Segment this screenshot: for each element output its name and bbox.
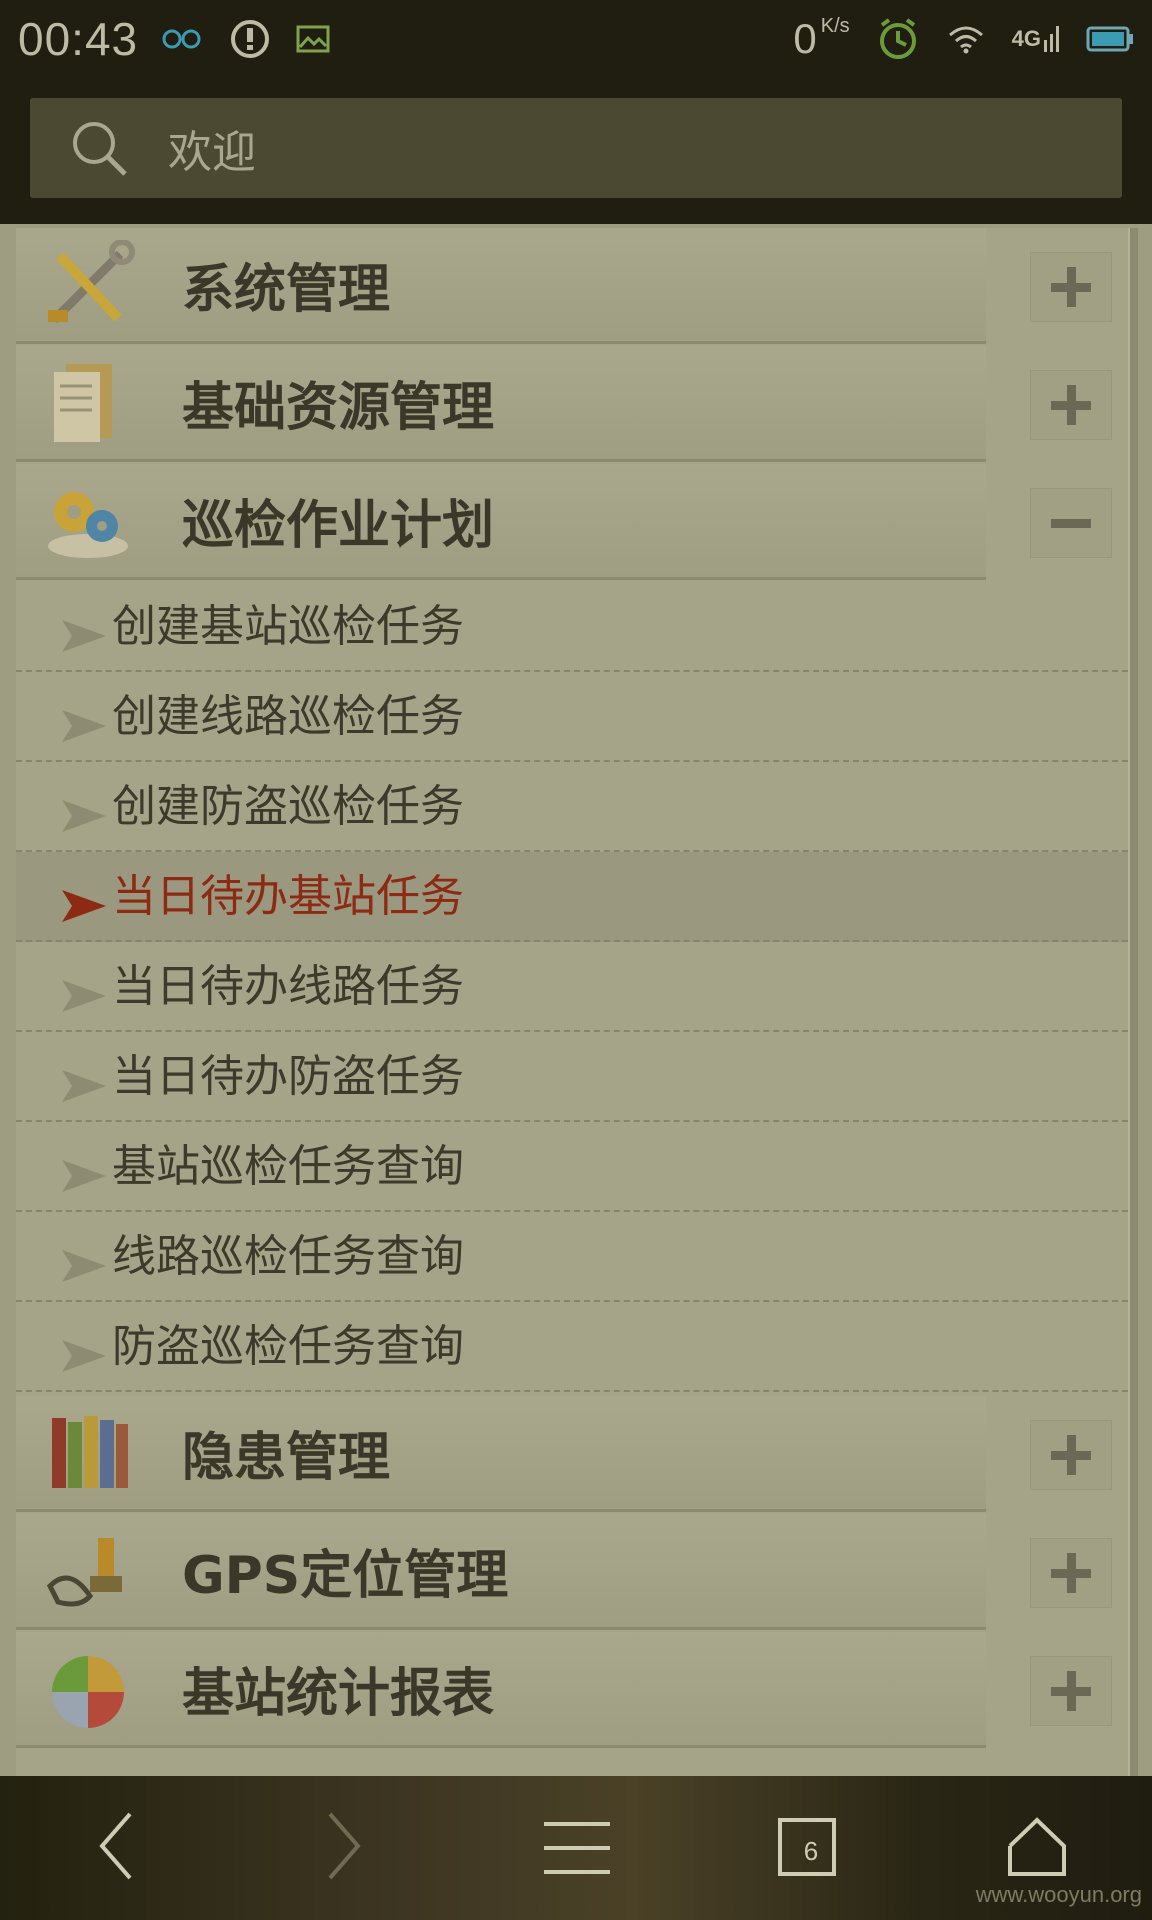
sub-item-label: 线路巡检任务查询 bbox=[112, 1231, 464, 1282]
arrow-icon bbox=[62, 1250, 106, 1282]
pie-chart-icon bbox=[40, 1644, 136, 1734]
search-input[interactable]: 欢迎 bbox=[30, 98, 1122, 198]
sub-item-label: 创建线路巡检任务 bbox=[112, 691, 464, 742]
sub-item[interactable]: 当日待办线路任务 bbox=[16, 942, 1128, 1032]
wifi-icon bbox=[948, 26, 983, 54]
expand-button[interactable] bbox=[1030, 252, 1112, 322]
menu-group-label: 基础资源管理 bbox=[182, 378, 495, 438]
sub-item[interactable]: 创建基站巡检任务 bbox=[16, 582, 1128, 672]
menu-group-gps[interactable]: GPS定位管理 bbox=[16, 1514, 986, 1630]
menu-group-label: 巡检作业计划 bbox=[182, 496, 495, 556]
sub-item[interactable]: 创建线路巡检任务 bbox=[16, 672, 1128, 762]
forward-icon[interactable] bbox=[324, 1810, 364, 1882]
menu-content: 系统管理 基础资源管理 巡检作业计划 创建基站巡检任务 创建线路巡检任务 创建防… bbox=[0, 224, 1152, 1776]
arrow-icon bbox=[62, 710, 106, 742]
menu-group-hazards[interactable]: 隐患管理 bbox=[16, 1396, 986, 1512]
expand-button[interactable] bbox=[1030, 1656, 1112, 1726]
search-header: 欢迎 bbox=[0, 78, 1152, 224]
menu-group-inspection-plan[interactable]: 巡检作业计划 bbox=[16, 464, 986, 580]
arrow-icon bbox=[62, 1340, 106, 1372]
sub-item-label: 当日待办基站任务 bbox=[112, 871, 464, 922]
arrow-icon bbox=[62, 1070, 106, 1102]
menu-group-resources[interactable]: 基础资源管理 bbox=[16, 346, 986, 462]
infinity-icon bbox=[162, 29, 201, 49]
status-bar: 00:43 0 K/s 4G bbox=[0, 0, 1152, 78]
books-icon bbox=[40, 1408, 136, 1498]
home-icon[interactable] bbox=[1006, 1816, 1068, 1878]
expand-button[interactable] bbox=[1030, 1538, 1112, 1608]
sub-item[interactable]: 当日待办防盗任务 bbox=[16, 1032, 1128, 1122]
search-placeholder: 欢迎 bbox=[168, 127, 256, 178]
sub-item-label: 当日待办线路任务 bbox=[112, 961, 464, 1012]
alert-icon bbox=[231, 20, 270, 58]
sub-item[interactable]: 基站巡检任务查询 bbox=[16, 1122, 1128, 1212]
alarm-icon bbox=[879, 18, 916, 59]
expand-button[interactable] bbox=[1030, 370, 1112, 440]
sub-item-label: 创建防盗巡检任务 bbox=[112, 781, 464, 832]
menu-group-label: GPS定位管理 bbox=[182, 1546, 509, 1606]
menu-group-label: 系统管理 bbox=[182, 260, 391, 320]
image-icon bbox=[296, 25, 330, 53]
network-speed: 0 K/s bbox=[793, 15, 850, 62]
search-icon bbox=[73, 122, 127, 176]
collapse-button[interactable] bbox=[1030, 488, 1112, 558]
tab-count: 6 bbox=[803, 1835, 819, 1866]
expand-button[interactable] bbox=[1030, 1420, 1112, 1490]
arrow-icon bbox=[62, 980, 106, 1012]
menu-group-system[interactable]: 系统管理 bbox=[16, 228, 986, 344]
arrow-icon bbox=[62, 1160, 106, 1192]
menu-group-label: 隐患管理 bbox=[182, 1428, 391, 1488]
document-icon bbox=[40, 358, 136, 448]
menu-group-label: 基站统计报表 bbox=[182, 1664, 495, 1724]
sub-item-label: 当日待办防盗任务 bbox=[112, 1051, 464, 1102]
back-icon[interactable] bbox=[96, 1810, 136, 1882]
arrow-icon bbox=[62, 620, 106, 652]
arrow-icon bbox=[62, 800, 106, 832]
minus-icon bbox=[1051, 518, 1091, 528]
scrollbar[interactable] bbox=[1128, 228, 1138, 1776]
sub-item-label: 创建基站巡检任务 bbox=[112, 601, 464, 652]
sub-item-label: 基站巡检任务查询 bbox=[112, 1141, 464, 1192]
sub-item-selected[interactable]: 当日待办基站任务 bbox=[16, 852, 1128, 942]
menu-icon[interactable] bbox=[542, 1820, 612, 1876]
sub-item[interactable]: 线路巡检任务查询 bbox=[16, 1212, 1128, 1302]
battery-icon bbox=[1086, 26, 1133, 52]
gears-icon bbox=[40, 476, 136, 566]
clock: 00:43 bbox=[18, 13, 139, 65]
signal-icon: 4G bbox=[1012, 26, 1060, 52]
stamp-icon bbox=[40, 1526, 136, 1616]
menu-group-station-report[interactable]: 基站统计报表 bbox=[16, 1632, 986, 1748]
navigation-bar: 6 www.wooyun.org bbox=[0, 1776, 1152, 1920]
sub-item[interactable]: 创建防盗巡检任务 bbox=[16, 762, 1128, 852]
sub-item-label: 防盗巡检任务查询 bbox=[112, 1321, 464, 1372]
watermark: www.wooyun.org bbox=[975, 1882, 1142, 1907]
arrow-icon bbox=[62, 890, 106, 922]
tools-icon bbox=[40, 238, 136, 330]
sub-item[interactable]: 防盗巡检任务查询 bbox=[16, 1302, 1128, 1392]
tabs-button[interactable]: 6 bbox=[778, 1818, 836, 1876]
